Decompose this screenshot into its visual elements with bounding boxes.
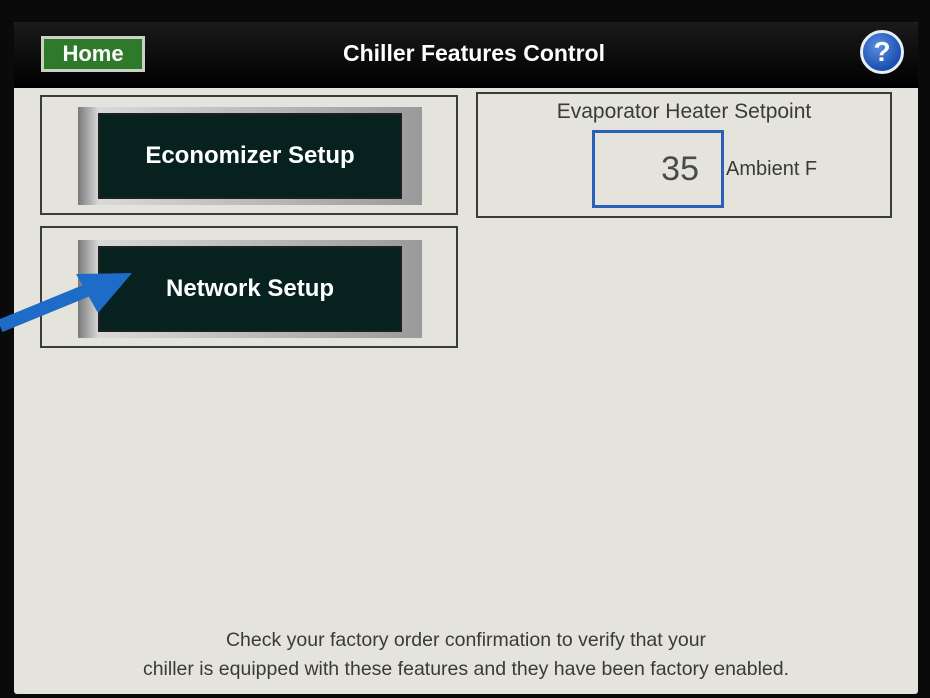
evaporator-heater-title: Evaporator Heater Setpoint [556,100,812,123]
blue-arrow-icon [0,273,132,333]
evaporator-setpoint-input[interactable]: 35 [592,130,724,208]
economizer-setup-label: Economizer Setup [98,113,402,199]
touchscreen: Home Chiller Features Control ? Economiz… [14,22,918,694]
evaporator-heater-panel: Evaporator Heater Setpoint 35 Ambient F [476,92,892,218]
network-setup-label: Network Setup [98,246,402,332]
economizer-setup-button[interactable]: Economizer Setup [78,107,422,205]
home-button[interactable]: Home [41,36,145,72]
help-icon[interactable]: ? [860,30,904,74]
economizer-panel: Economizer Setup [40,95,458,215]
page-title: Chiller Features Control [343,40,605,66]
title-bar: Home Chiller Features Control ? [14,22,918,88]
footer-note: Check your factory order confirmation to… [14,626,918,684]
footer-line-2: chiller is equipped with these features … [142,658,790,680]
setpoint-unit-label: Ambient F [726,158,818,180]
footer-line-1: Check your factory order confirmation to… [225,629,707,651]
